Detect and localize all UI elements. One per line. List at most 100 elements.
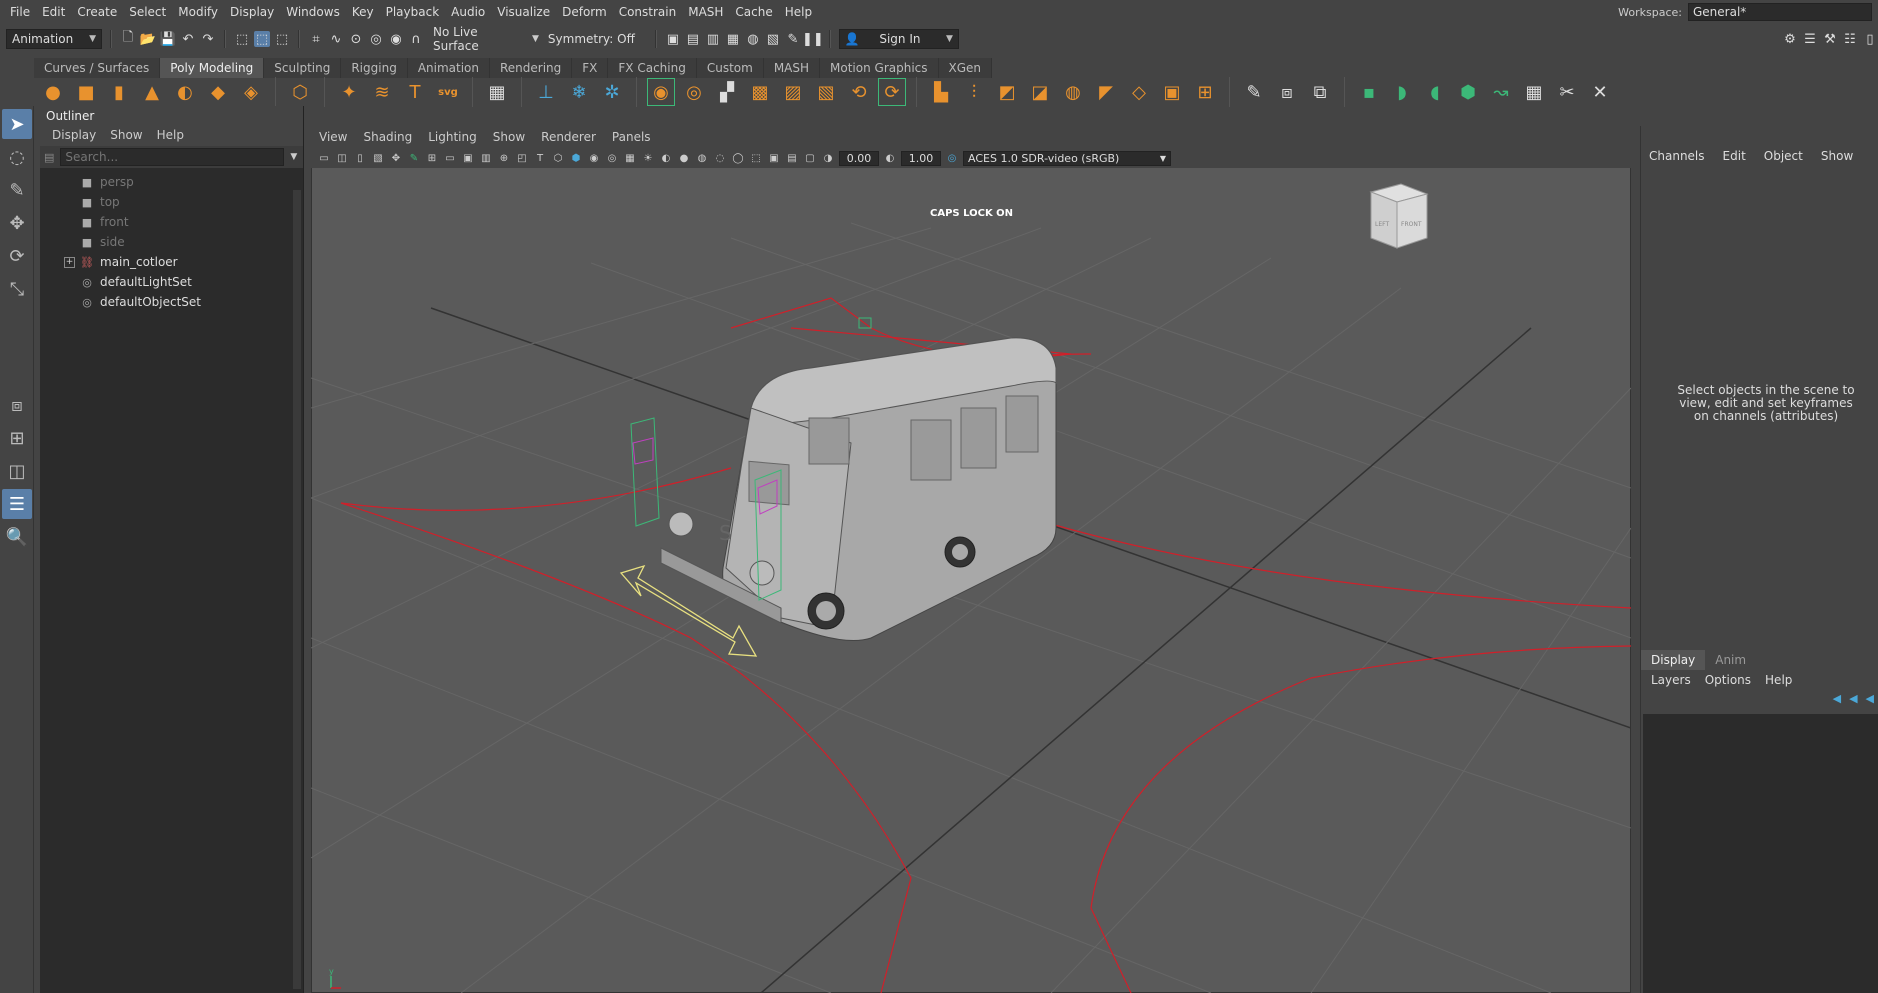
snap-together-icon[interactable]: ✲ (599, 79, 625, 105)
layer-tab-anim[interactable]: Anim (1705, 650, 1756, 670)
outliner-layout-icon[interactable]: ☰ (2, 489, 32, 519)
paint-select-icon[interactable]: ✎ (2, 175, 32, 205)
uv-sew-icon[interactable]: ✕ (1587, 79, 1613, 105)
single-perspective-layout-icon[interactable]: ⧈ (2, 390, 32, 420)
select-hierarchy-icon[interactable]: ⬚ (234, 31, 250, 47)
textured-icon[interactable]: ▦ (623, 151, 637, 165)
shelf-tab-animation[interactable]: Animation (407, 58, 490, 78)
field-chart-icon[interactable]: ⊕ (497, 151, 511, 165)
svg-tool-icon[interactable]: svg (435, 79, 461, 105)
shelf-tab-sculpting[interactable]: Sculpting (264, 58, 342, 78)
uv-planar-icon[interactable]: ▪ (1356, 79, 1382, 105)
tool-settings-icon[interactable]: ⚒ (1822, 31, 1838, 47)
grease-pencil-icon[interactable]: ✎ (407, 151, 421, 165)
scale-tool-icon[interactable]: ⤡ (2, 274, 32, 304)
channel-menu-channels[interactable]: Channels (1649, 149, 1705, 163)
outliner-scrollbar[interactable] (293, 190, 301, 989)
outliner-item-front[interactable]: ■ front (40, 212, 303, 232)
viewport-menu-view[interactable]: View (319, 130, 347, 144)
screen-space-ao-icon[interactable]: ● (677, 151, 691, 165)
magnet-icon[interactable]: ∩ (408, 31, 424, 47)
multisample-aa-icon[interactable]: ◌ (713, 151, 727, 165)
snap-curve-icon[interactable]: ∿ (328, 31, 344, 47)
ipr-render-icon[interactable]: ▥ (705, 31, 721, 47)
menu-mash[interactable]: MASH (682, 5, 729, 19)
menu-deform[interactable]: Deform (556, 5, 613, 19)
modeling-toolkit-icon[interactable]: ⚙ (1782, 31, 1798, 47)
uv-cylindrical-icon[interactable]: ◗ (1389, 79, 1415, 105)
camera-attributes-icon[interactable]: ◫ (335, 151, 349, 165)
menu-edit[interactable]: Edit (36, 5, 71, 19)
separate-icon[interactable]: ◎ (681, 79, 707, 105)
motion-blur-icon[interactable]: ◍ (695, 151, 709, 165)
snap-point-icon[interactable]: ⊙ (348, 31, 364, 47)
view-transform-select[interactable]: ACES 1.0 SDR-video (sRGB) ▼ (963, 150, 1171, 166)
smooth-icon[interactable]: ⟲ (846, 79, 872, 105)
poly-plane-icon[interactable]: ◆ (205, 79, 231, 105)
append-icon[interactable]: ◪ (1027, 79, 1053, 105)
shelf-tab-custom[interactable]: Custom (696, 58, 764, 78)
resolution-gate-icon[interactable]: ▣ (461, 151, 475, 165)
boolean-difference-icon[interactable]: ▨ (780, 79, 806, 105)
save-scene-icon[interactable]: 💾 (160, 31, 176, 47)
scene-view[interactable]: S y LEFT FRONT (311, 168, 1631, 993)
menu-modify[interactable]: Modify (172, 5, 224, 19)
type-tool-icon[interactable]: T (402, 79, 428, 105)
circularize-icon[interactable]: ▣ (1159, 79, 1185, 105)
outliner-item-persp[interactable]: ■ persp (40, 172, 303, 192)
outliner-item-defaultobjectset[interactable]: ◎ defaultObjectSet (40, 292, 303, 312)
grid-icon[interactable]: ⊞ (425, 151, 439, 165)
edge-loop-icon[interactable]: ⧈ (1274, 79, 1300, 105)
undo-icon[interactable]: ↶ (180, 31, 196, 47)
isolate-select-icon[interactable]: ⬚ (749, 151, 763, 165)
center-pivot-icon[interactable]: ⊥ (533, 79, 559, 105)
shelf-tab-poly-modeling[interactable]: Poly Modeling (160, 58, 265, 78)
merge-icon[interactable]: ⊞ (1192, 79, 1218, 105)
smooth-shade-icon[interactable]: ⬢ (569, 151, 583, 165)
outliner-menu-display[interactable]: Display (52, 128, 96, 142)
safe-title-icon[interactable]: T (533, 151, 547, 165)
shelf-tab-xgen[interactable]: XGen (938, 58, 993, 78)
sign-in-button[interactable]: 👤 Sign In ▼ (838, 29, 959, 49)
viewport-menu-lighting[interactable]: Lighting (428, 130, 477, 144)
uv-spherical-icon[interactable]: ◖ (1422, 79, 1448, 105)
select-object-icon[interactable]: ⬚ (254, 31, 270, 47)
viewport-menu-panels[interactable]: Panels (612, 130, 651, 144)
render-view-icon[interactable]: ▣ (665, 31, 681, 47)
gamma-field[interactable]: 1.00 (901, 150, 941, 166)
exposure-icon[interactable]: ◑ (821, 151, 835, 165)
channel-box-icon[interactable]: ☷ (1842, 31, 1858, 47)
layer-menu-help[interactable]: Help (1765, 673, 1792, 687)
menu-help[interactable]: Help (779, 5, 818, 19)
default-material-icon[interactable]: ◉ (587, 151, 601, 165)
color-management-icon[interactable]: ◎ (945, 151, 959, 165)
outliner-menu-show[interactable]: Show (110, 128, 142, 142)
extract-icon[interactable]: ▞ (714, 79, 740, 105)
x-ray-icon[interactable]: ▣ (767, 151, 781, 165)
menu-constrain[interactable]: Constrain (613, 5, 683, 19)
poly-cube-icon[interactable]: ■ (73, 79, 99, 105)
channel-menu-object[interactable]: Object (1764, 149, 1803, 163)
multi-cut-icon[interactable]: ✎ (1241, 79, 1267, 105)
render-setup-icon[interactable]: ▧ (765, 31, 781, 47)
sweep-mesh-icon[interactable]: ≋ (369, 79, 395, 105)
hypershade-icon[interactable]: ◍ (745, 31, 761, 47)
shelf-tab-fx-caching[interactable]: FX Caching (608, 58, 697, 78)
safe-action-icon[interactable]: ◰ (515, 151, 529, 165)
light-editor-icon[interactable]: ✎ (785, 31, 801, 47)
wireframe-on-shaded-icon[interactable]: ◎ (605, 151, 619, 165)
render-frame-icon[interactable]: ▤ (685, 31, 701, 47)
uv-unfold-icon[interactable]: ↝ (1488, 79, 1514, 105)
quad-draw-icon[interactable]: ⧉ (1307, 79, 1333, 105)
viewport-menu-renderer[interactable]: Renderer (541, 130, 596, 144)
uv-auto-icon[interactable]: ⬢ (1455, 79, 1481, 105)
poly-torus-icon[interactable]: ◐ (172, 79, 198, 105)
viewport-menu-shading[interactable]: Shading (363, 130, 412, 144)
mode-select[interactable]: Animation ▼ (6, 29, 102, 49)
outliner-item-side[interactable]: ■ side (40, 232, 303, 252)
four-view-layout-icon[interactable]: ⊞ (2, 423, 32, 453)
snap-grid-icon[interactable]: ⌗ (308, 31, 324, 47)
shelf-tab-fx[interactable]: FX (572, 58, 609, 78)
render-settings-icon[interactable]: ▦ (725, 31, 741, 47)
shelf-tab-mash[interactable]: MASH (763, 58, 821, 78)
